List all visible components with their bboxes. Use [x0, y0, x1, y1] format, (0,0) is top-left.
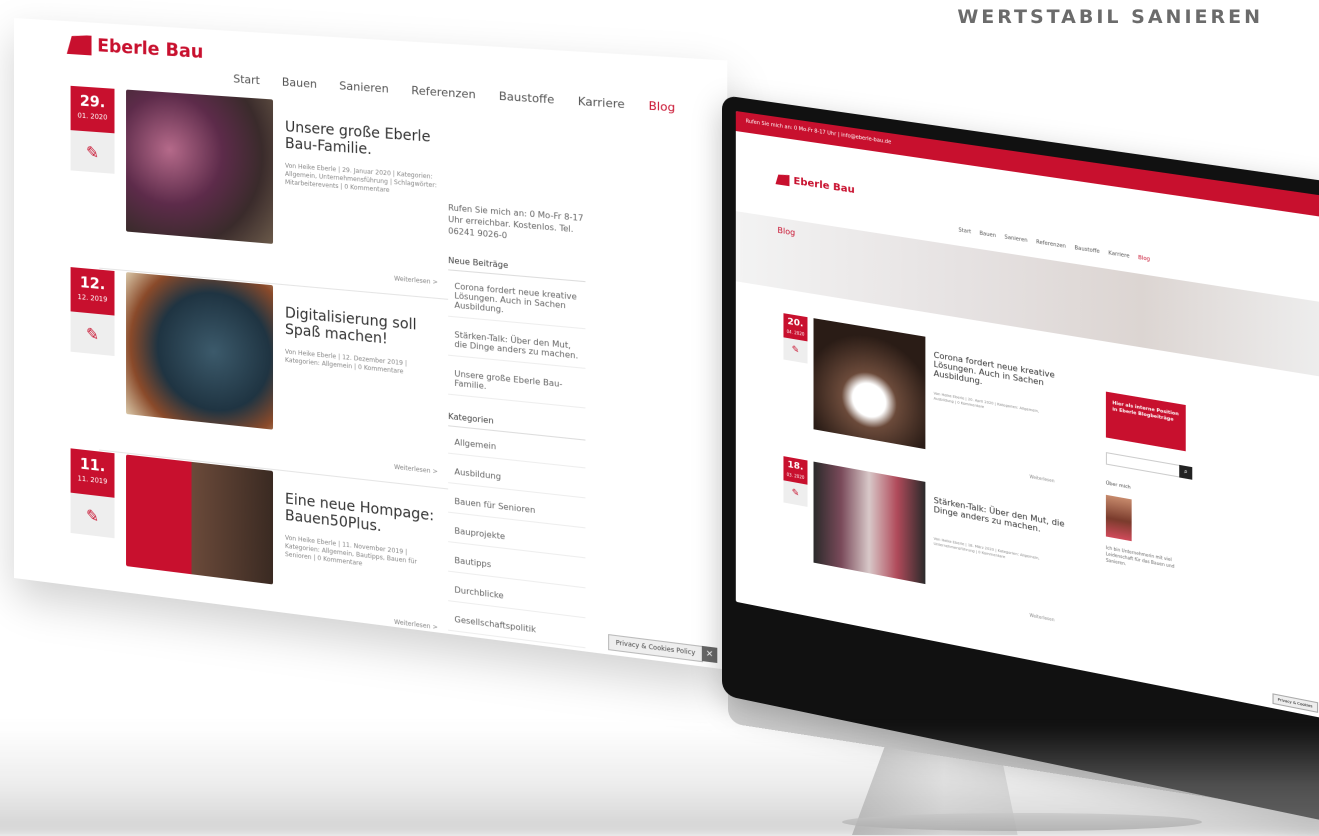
imac-screen: Rufen Sie mich an: 0 Mo-Fr 8-17 Uhr | in…	[735, 110, 1319, 719]
post-meta: Von Heike Eberle | 12. Dezember 2019 | K…	[285, 348, 408, 376]
post-meta: Von Heike Eberle | 11. November 2019 | K…	[285, 534, 417, 568]
nav-item-blog[interactable]: Blog	[649, 99, 676, 115]
date-badge: 11. 11. 2019	[70, 448, 115, 498]
logo-mark-icon	[775, 173, 789, 186]
post-thumbnail[interactable]	[126, 272, 274, 430]
post-thumbnail[interactable]	[813, 461, 926, 585]
post-title[interactable]: Unsere große Eberle Bau-Familie.	[285, 119, 438, 163]
cookie-policy-button[interactable]: Privacy & Cookies	[1272, 693, 1319, 713]
cookie-policy-button[interactable]: Privacy & Cookies Policy ✕	[608, 634, 718, 664]
logo[interactable]: Eberle Bau	[67, 33, 204, 64]
nav-item-bauen[interactable]: Bauen	[282, 75, 317, 91]
read-more-link[interactable]: Weiterlesen >	[394, 464, 438, 476]
post-title[interactable]: Corona fordert neue kreative Lösungen. A…	[934, 350, 1070, 401]
post-thumbnail[interactable]	[126, 89, 274, 244]
post-thumbnail[interactable]	[813, 318, 926, 450]
left-page-mockup: Eberle Bau Start Bauen Sanieren Referenz…	[14, 18, 734, 670]
post-title[interactable]: Eine neue Hompage: Bauen50Plus.	[285, 491, 438, 542]
category-link[interactable]: Gesellschaftspolitik	[448, 613, 586, 649]
category-link[interactable]: Bauprojekte	[448, 525, 586, 559]
date-day: 29.	[79, 91, 106, 112]
logo-mark-icon	[67, 34, 92, 56]
nav-item-referenzen[interactable]: Referenzen	[1036, 239, 1066, 250]
nav-item-start[interactable]: Start	[958, 227, 971, 235]
floor-shadow	[0, 726, 1319, 836]
category-link[interactable]: Bautipps	[448, 554, 586, 589]
post-meta: Von Heike Eberle | 29. Januar 2020 | Kat…	[285, 162, 437, 195]
logo[interactable]: Eberle Bau	[775, 173, 855, 197]
nav-item-karriere[interactable]: Karriere	[578, 94, 625, 111]
read-more-link[interactable]: Weiterlesen	[1029, 474, 1054, 484]
search-icon[interactable]: ⌕	[1179, 464, 1193, 480]
sidebar: Rufen Sie mich an: 0 Mo-Fr 8-17 Uhr erre…	[448, 202, 586, 661]
nav-item-bauen[interactable]: Bauen	[979, 230, 996, 239]
search-input[interactable]: ⌕	[1105, 452, 1193, 480]
category-link[interactable]: Ausbildung	[448, 466, 586, 499]
sidebar-intro: Rufen Sie mich an: 0 Mo-Fr 8-17 Uhr erre…	[448, 202, 584, 241]
pencil-icon: ✎	[783, 337, 808, 364]
blog-post: 29. 01. 2020 ✎ Unsere große Eberle Bau-F…	[70, 85, 449, 301]
date-badge: 12. 12. 2019	[70, 267, 115, 316]
nav-item-referenzen[interactable]: Referenzen	[411, 84, 475, 102]
cookie-policy-label: Privacy & Cookies Policy	[615, 639, 696, 657]
recent-post-link[interactable]: Stärken-Talk: Über den Mut, die Dinge an…	[448, 329, 586, 369]
imac-mockup: Rufen Sie mich an: 0 Mo-Fr 8-17 Uhr | in…	[722, 95, 1319, 835]
recent-posts-heading: Neue Beiträge	[448, 255, 586, 283]
recent-post-link[interactable]: Corona fordert neue kreative Lösungen. A…	[448, 280, 586, 330]
pencil-icon: ✎	[70, 130, 115, 174]
post-title[interactable]: Digitalisierung soll Spaß machen!	[285, 305, 438, 353]
nav-item-start[interactable]: Start	[233, 72, 260, 87]
nav-item-baustoffe[interactable]: Baustoffe	[499, 89, 554, 106]
category-link[interactable]: Allgemein	[448, 436, 586, 469]
close-icon[interactable]: ✕	[701, 645, 718, 664]
pencil-icon: ✎	[70, 311, 115, 357]
nav-item-blog[interactable]: Blog	[1138, 255, 1150, 263]
pencil-icon: ✎	[783, 480, 808, 507]
nav-item-sanieren[interactable]: Sanieren	[339, 79, 388, 96]
read-more-link[interactable]: Weiterlesen >	[394, 275, 438, 286]
category-link[interactable]: Durchblicke	[448, 584, 586, 619]
logo-text: Eberle Bau	[97, 35, 204, 64]
logo-text: Eberle Bau	[793, 175, 855, 197]
about-text: Ich bin Unternehmerin mit viel Leidensch…	[1105, 544, 1175, 569]
nav-item-sanieren[interactable]: Sanieren	[1004, 234, 1027, 244]
blog-page-left: Eberle Bau Start Bauen Sanieren Referenz…	[14, 18, 728, 670]
nav-item-baustoffe[interactable]: Baustoffe	[1074, 245, 1099, 255]
recent-post-link[interactable]: Unsere große Eberle Bau-Familie.	[448, 368, 586, 409]
post-title[interactable]: Stärken-Talk: Über den Mut, die Dinge an…	[934, 496, 1070, 540]
categories-heading: Kategorien	[448, 411, 586, 441]
sidebar: Hier als interne Position in Eberle Blog…	[1105, 391, 1193, 580]
category-link[interactable]: Bauen für Senioren	[448, 495, 586, 529]
pencil-icon: ✎	[70, 492, 115, 539]
read-more-link[interactable]: Weiterlesen >	[394, 619, 438, 632]
read-more-link[interactable]: Weiterlesen	[1029, 612, 1054, 622]
date-month: 01. 2020	[77, 111, 108, 122]
cta-banner[interactable]: Hier als interne Position in Eberle Blog…	[1105, 391, 1186, 452]
post-meta: Von Heike Eberle | 20. April 2020 | Kate…	[933, 391, 1040, 414]
post-thumbnail[interactable]	[126, 454, 274, 585]
nav-item-karriere[interactable]: Karriere	[1108, 250, 1129, 260]
post-meta: Von Heike Eberle | 18. März 2020 | Kateg…	[933, 536, 1040, 561]
date-badge: 29. 01. 2020	[70, 85, 115, 134]
tagline: WERTSTABIL SANIEREN	[957, 6, 1263, 28]
avatar	[1105, 494, 1132, 542]
top-bar: Rufen Sie mich an: 0 Mo-Fr 8-17 Uhr | in…	[735, 110, 1319, 218]
